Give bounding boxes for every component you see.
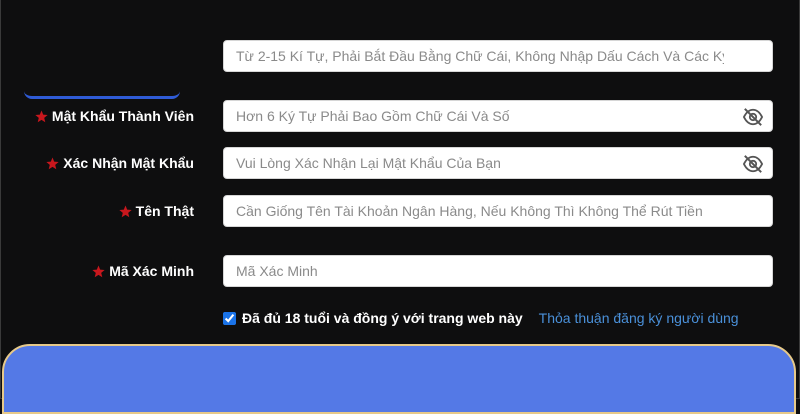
password-input[interactable] xyxy=(224,101,772,131)
verify-code-input[interactable] xyxy=(224,256,772,286)
password-field[interactable] xyxy=(223,100,773,132)
real-name-input[interactable] xyxy=(224,196,772,226)
eye-slash-icon[interactable] xyxy=(742,154,764,174)
real-name-label: Tên Thật xyxy=(119,203,194,219)
password-label-text: Mật Khẩu Thành Viên xyxy=(51,108,194,124)
confirm-password-label-text: Xác Nhận Mật Khẩu xyxy=(63,155,194,171)
star-icon xyxy=(92,265,105,277)
star-icon xyxy=(46,157,59,169)
confirm-password-input[interactable] xyxy=(224,148,772,178)
verify-code-label-text: Mã Xác Minh xyxy=(109,263,194,279)
real-name-field[interactable] xyxy=(223,195,773,227)
confirm-password-field[interactable] xyxy=(223,147,773,179)
register-submit-button[interactable] xyxy=(2,344,796,414)
top-tab-indicator xyxy=(24,88,180,99)
agreement-text: Đã đủ 18 tuổi và đồng ý với trang web nà… xyxy=(242,310,523,326)
username-field[interactable] xyxy=(223,40,773,72)
password-label: Mật Khẩu Thành Viên xyxy=(35,108,194,124)
star-icon xyxy=(35,110,48,122)
verify-code-field[interactable] xyxy=(223,255,773,287)
agreement-row: Đã đủ 18 tuổi và đồng ý với trang web nà… xyxy=(223,310,739,326)
confirm-password-label: Xác Nhận Mật Khẩu xyxy=(46,155,194,171)
star-icon xyxy=(119,205,132,217)
eye-slash-icon[interactable] xyxy=(742,107,764,127)
user-agreement-link[interactable]: Thỏa thuận đăng ký người dùng xyxy=(539,310,739,326)
real-name-label-text: Tên Thật xyxy=(135,203,194,219)
agreement-checkbox[interactable] xyxy=(223,311,236,325)
verify-code-label: Mã Xác Minh xyxy=(92,263,194,279)
username-input[interactable] xyxy=(224,41,772,71)
